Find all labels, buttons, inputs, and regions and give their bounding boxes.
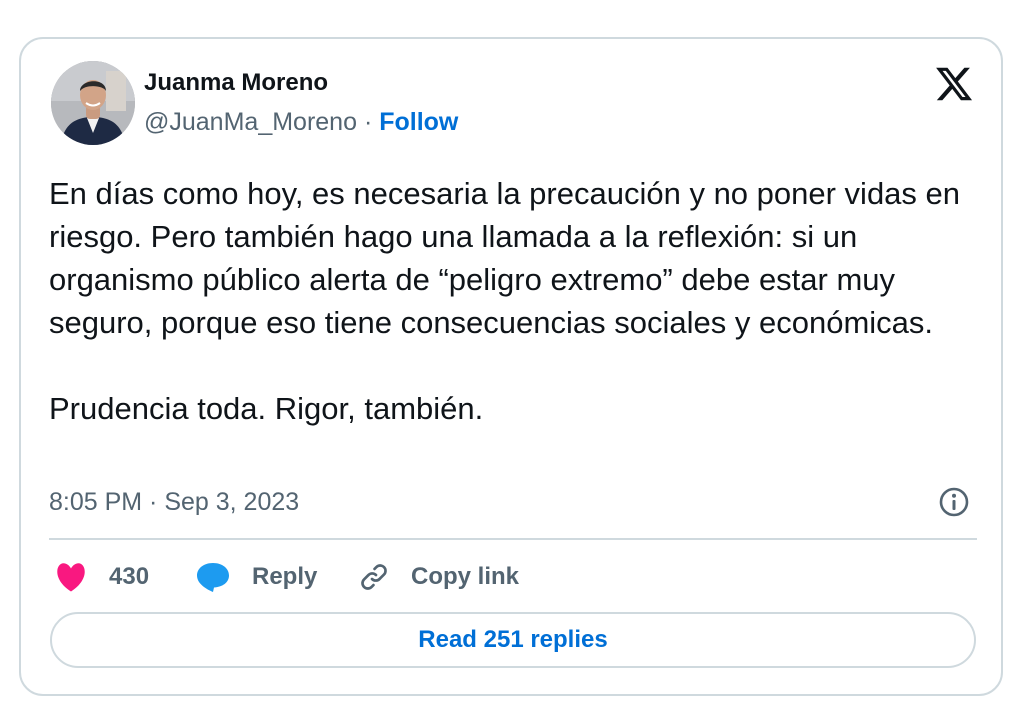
copy-link-label: Copy link: [411, 563, 520, 590]
info-icon[interactable]: [938, 486, 970, 518]
speech-bubble-icon: [197, 563, 229, 592]
like-count: 430: [109, 563, 150, 590]
like-button[interactable]: 430: [54, 555, 149, 599]
tweet-timestamp[interactable]: 8:05 PM · Sep 3, 2023: [49, 488, 299, 517]
tweet-text: En días como hoy, es necesaria la precau…: [49, 172, 979, 430]
follow-button[interactable]: Follow: [379, 108, 458, 136]
reply-label: Reply: [252, 563, 318, 590]
copy-link-button[interactable]: Copy link: [358, 555, 519, 599]
tweet-paragraph: En días como hoy, es necesaria la precau…: [49, 176, 961, 340]
reply-button[interactable]: Reply: [195, 555, 317, 599]
author-handle-row: @JuanMa_Moreno · Follow: [144, 108, 458, 137]
author-handle[interactable]: @JuanMa_Moreno: [144, 108, 357, 136]
tweet-paragraph: Prudencia toda. Rigor, también.: [49, 391, 484, 426]
handle-separator: ·: [357, 108, 380, 136]
divider: [49, 538, 977, 540]
link-icon: [361, 564, 387, 590]
author-name[interactable]: Juanma Moreno: [144, 69, 328, 97]
avatar[interactable]: [51, 61, 135, 145]
x-logo-icon[interactable]: [934, 64, 974, 104]
read-replies-button[interactable]: Read 251 replies: [50, 612, 976, 668]
tweet-embed-card: Juanma Moreno @JuanMa_Moreno · Follow En…: [19, 37, 1003, 696]
heart-icon: [57, 563, 85, 592]
